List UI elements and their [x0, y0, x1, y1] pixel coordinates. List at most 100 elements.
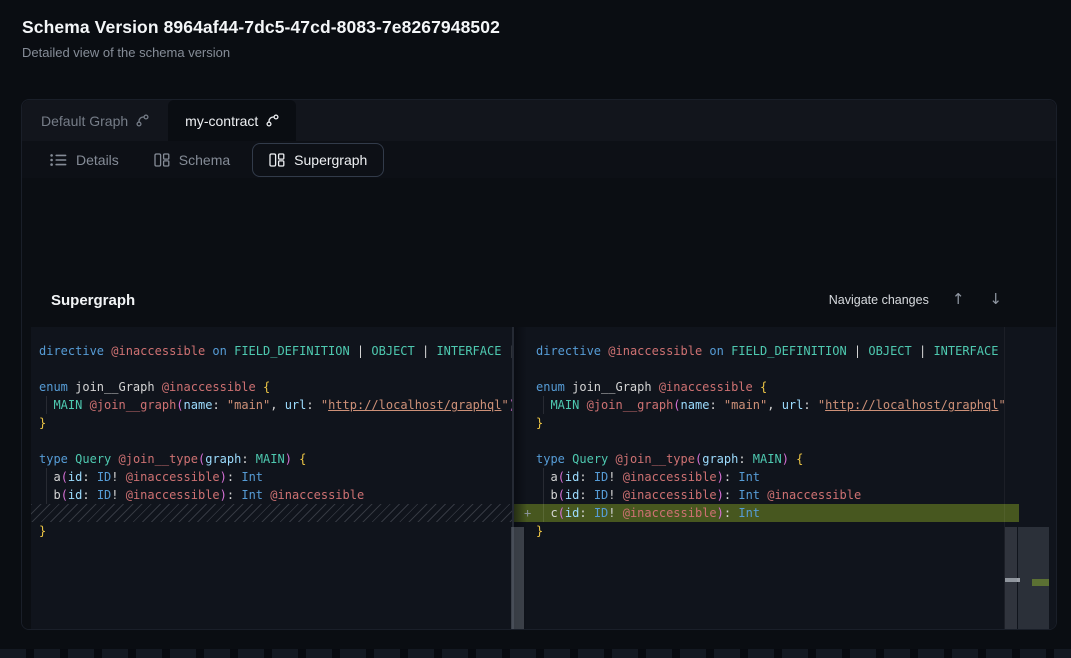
diff-pane-right[interactable]: + directive @inaccessible on FIELD_DEFIN… [514, 327, 1005, 630]
code-token-pl: join__Graph [68, 380, 162, 394]
code-token-ty: Query [75, 452, 111, 466]
subtab-details[interactable]: Details [37, 143, 132, 177]
code-token-pl: ! [608, 470, 622, 484]
indent-guide [46, 468, 47, 486]
code-token-st: "main" [227, 398, 270, 412]
code-token-ty: MAIN [753, 452, 782, 466]
schema-version-card: Default Graph my-contract [21, 99, 1057, 630]
tab-label: Default Graph [41, 113, 128, 129]
diff-pane-left[interactable]: directive @inaccessible on FIELD_DEFINIT… [31, 327, 513, 630]
subtab-supergraph[interactable]: Supergraph [252, 143, 384, 177]
code-token-pr: url [285, 398, 307, 412]
code-token-b1: { [760, 380, 767, 394]
subtab-label: Supergraph [294, 152, 367, 168]
tab-default-graph[interactable]: Default Graph [22, 100, 168, 141]
code-token-kw: ID [594, 488, 608, 502]
code-token-pl: : [709, 398, 723, 412]
code-token-b1: } [536, 524, 543, 538]
code-token-ty: FIELD_DEFINITION [234, 344, 350, 358]
code-token-ty: OBJECT [371, 344, 414, 358]
code-token-at: @inaccessible [608, 344, 702, 358]
code-token-lk: http://localhost/graphql [328, 398, 501, 412]
code-token-kw: Int [241, 470, 263, 484]
variant-icon [266, 114, 279, 127]
code-token-st: " [818, 398, 825, 412]
code-token-pl [256, 380, 263, 394]
code-line-added: c(id: ID! @inaccessible): Int [514, 504, 1005, 522]
code-token-at: @join__type [119, 452, 198, 466]
code-token-at: @inaccessible [623, 506, 717, 520]
tab-my-contract[interactable]: my-contract [168, 100, 296, 141]
code-token-kw: ID [594, 506, 608, 520]
code-line [31, 360, 513, 378]
content-area: Supergraph Navigate changes ↑ ↓ directiv… [22, 178, 1056, 629]
code-token-ty: MAIN [550, 398, 579, 412]
code-token-st: " [501, 398, 508, 412]
code-token-kw: directive [536, 344, 601, 358]
code-token-pl: : [579, 488, 593, 502]
navigate-changes: Navigate changes ↑ ↓ [829, 290, 1004, 309]
code-token-b2: ( [558, 506, 565, 520]
left-scrollbar[interactable] [511, 527, 524, 630]
code-line [514, 360, 1005, 378]
code-token-b2: ( [673, 398, 680, 412]
code-token-pl: : [241, 452, 255, 466]
code-token-at: @inaccessible [767, 488, 861, 502]
code-token-pl: c [536, 506, 558, 520]
code-token-st: "main" [724, 398, 767, 412]
navigate-down-button[interactable]: ↓ [987, 290, 1004, 309]
code-token-pl: a [39, 470, 61, 484]
code-token-pr: name [184, 398, 213, 412]
code-line: MAIN @join__graph(name: "main", url: "ht… [31, 396, 513, 414]
code-token-kw: Int [241, 488, 263, 502]
code-token-pl: ! [608, 488, 622, 502]
code-token-b1: } [536, 416, 543, 430]
code-token-kw: Int [738, 470, 760, 484]
subtab-schema[interactable]: Schema [141, 143, 243, 177]
code-token-pl: , [270, 398, 284, 412]
subtab-label: Schema [179, 152, 230, 168]
code-token-kw: on [709, 344, 723, 358]
code-token-at: @inaccessible [162, 380, 256, 394]
code-token-b2: ) [285, 452, 292, 466]
code-token-b2: ) [220, 470, 227, 484]
code-token-kw: ID [594, 470, 608, 484]
code-token-pr: id [565, 470, 579, 484]
code-token-kw: type [536, 452, 565, 466]
code-token-pl [753, 380, 760, 394]
code-token-b2: ) [220, 488, 227, 502]
code-token-b2: ) [782, 452, 789, 466]
code-token-pl: b [39, 488, 61, 502]
code-token-lk: http://localhost/graphql [825, 398, 998, 412]
variant-icon [136, 114, 149, 127]
code-line: b(id: ID! @inaccessible): Int @inaccessi… [514, 486, 1005, 504]
code-token-kw: Int [738, 488, 760, 502]
code-line: directive @inaccessible on FIELD_DEFINIT… [514, 342, 1005, 360]
indent-guide [543, 468, 544, 486]
code-token-pr: graph [205, 452, 241, 466]
code-token-kw: Int [738, 506, 760, 520]
code-token-at: @inaccessible [270, 488, 364, 502]
code-token-pl: : [579, 506, 593, 520]
code-token-ty: Query [572, 452, 608, 466]
code-line [514, 432, 1005, 450]
indent-guide [46, 396, 47, 414]
code-token-pl: : [738, 452, 752, 466]
code-token-kw: directive [39, 344, 104, 358]
code-token-st: " [321, 398, 328, 412]
code-token-at: @join__graph [587, 398, 674, 412]
code-line: MAIN @join__graph(name: "main", url: "ht… [514, 396, 1005, 414]
code-token-b2: ( [61, 470, 68, 484]
subtab-label: Details [76, 152, 119, 168]
code-token-b1: } [39, 524, 46, 538]
code-token-kw: type [39, 452, 68, 466]
code-line: } [514, 522, 1005, 540]
code-token-pl: : [82, 470, 96, 484]
code-token-at: @inaccessible [623, 488, 717, 502]
code-line: b(id: ID! @inaccessible): Int @inaccessi… [31, 486, 513, 504]
right-scrollbar[interactable] [1005, 527, 1017, 630]
columns-icon [269, 153, 285, 167]
navigate-up-button[interactable]: ↑ [950, 290, 967, 309]
code-token-b1: } [39, 416, 46, 430]
code-token-ty: MAIN [256, 452, 285, 466]
